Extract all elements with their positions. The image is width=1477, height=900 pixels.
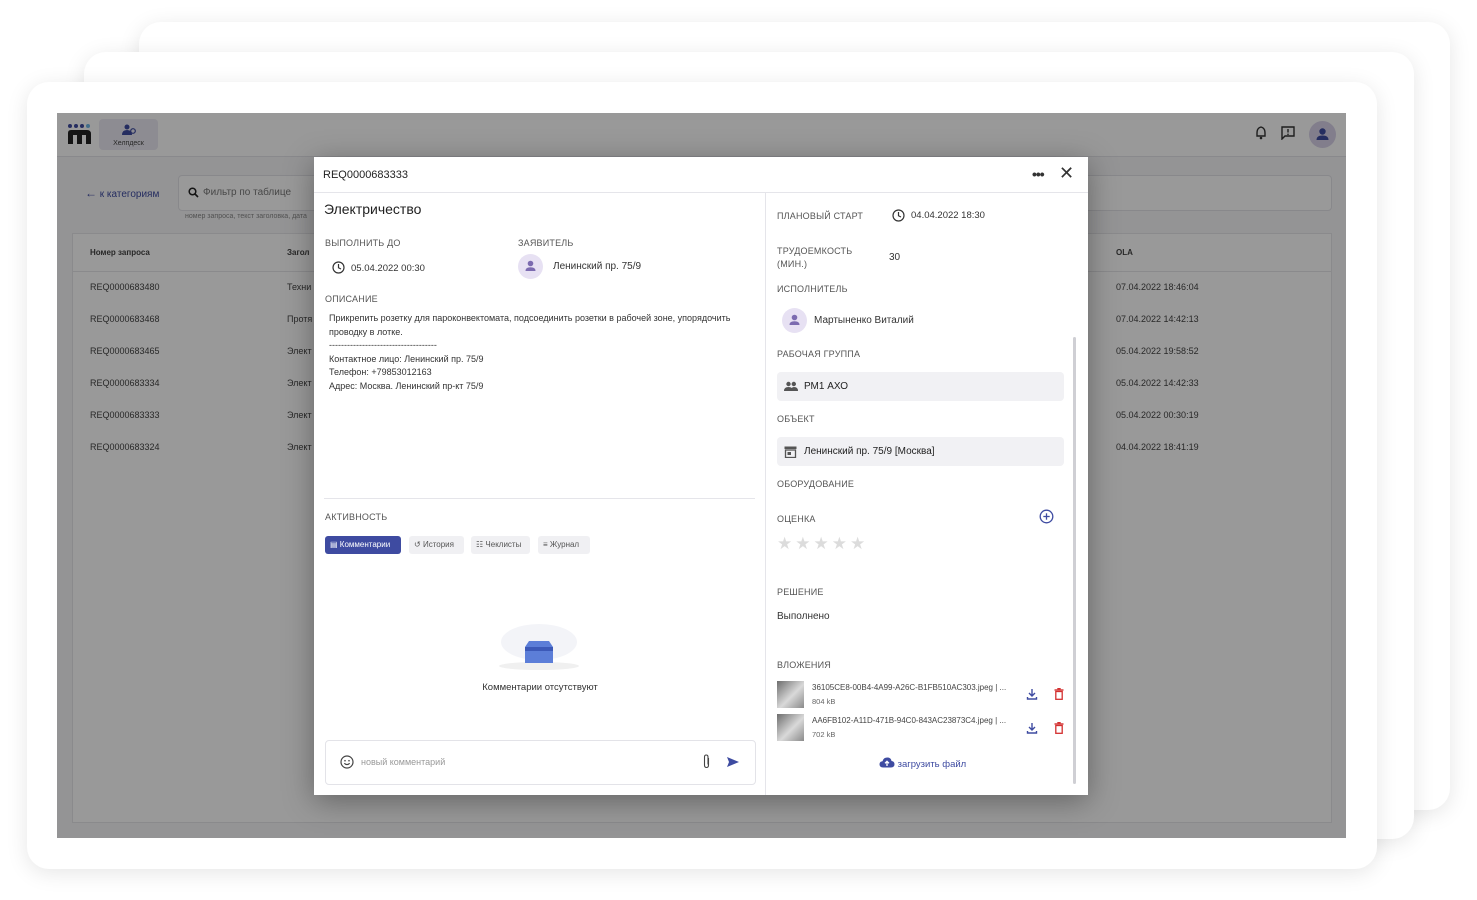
- assignee-label: ИСПОЛНИТЕЛЬ: [777, 284, 848, 294]
- add-circle-icon[interactable]: [1039, 509, 1054, 524]
- history-icon: ↺: [414, 540, 421, 549]
- assignee-value: Мартыненко Виталий: [814, 315, 914, 326]
- effort-value: 30: [889, 252, 901, 263]
- tab-comments[interactable]: ▤ Комментарии: [325, 536, 401, 554]
- list-icon: ≡: [543, 540, 548, 549]
- send-icon[interactable]: [726, 756, 740, 768]
- rating-label: ОЦЕНКА: [777, 514, 816, 524]
- requester-avatar: [518, 254, 543, 279]
- equipment-label: ОБОРУДОВАНИЕ: [777, 479, 855, 489]
- upload-file-button[interactable]: загрузить файл: [879, 757, 966, 770]
- cloud-upload-icon: [879, 757, 895, 768]
- building-icon: [784, 446, 797, 458]
- clock-icon: [332, 261, 345, 274]
- assignee-avatar: [782, 308, 807, 333]
- attachments-label: ВЛОЖЕНИЯ: [777, 660, 831, 670]
- download-icon[interactable]: [1026, 688, 1038, 700]
- group-value: РМ1 АХО: [804, 381, 849, 392]
- solution-label: РЕШЕНИЕ: [777, 587, 824, 597]
- tab-journal[interactable]: ≡ Журнал: [538, 536, 590, 554]
- comment-placeholder: новый комментарий: [361, 757, 446, 767]
- planned-start-label: ПЛАНОВЫЙ СТАРТ: [777, 211, 864, 221]
- request-modal: REQ0000683333 ••• ✕ Электричество ВЫПОЛН…: [314, 157, 1088, 795]
- group-icon: [784, 381, 798, 391]
- comment-icon: ▤: [330, 540, 338, 549]
- download-icon[interactable]: [1026, 722, 1038, 734]
- delete-icon[interactable]: [1054, 722, 1064, 734]
- attachment-size: 804 kB: [812, 697, 836, 706]
- category-title: Электричество: [324, 201, 422, 217]
- checklist-icon: ☷: [476, 540, 484, 549]
- scrollbar[interactable]: [1073, 337, 1076, 784]
- emoji-icon[interactable]: [340, 755, 354, 769]
- attachment-thumbnail[interactable]: [777, 681, 804, 708]
- attachment-name[interactable]: AA6FB102-A11D-471B-94C0-843AC23873C4.jpe…: [812, 716, 1006, 725]
- modal-header: REQ0000683333 ••• ✕: [314, 157, 1088, 193]
- description-text: Прикрепить розетку для пароконвектомата,…: [329, 313, 731, 391]
- clock-icon: [892, 209, 905, 222]
- attachment-thumbnail[interactable]: [777, 714, 804, 741]
- object-value: Ленинский пр. 75/9 [Москва]: [804, 446, 935, 457]
- user-icon: [789, 314, 800, 325]
- solution-value: Выполнено: [777, 611, 830, 622]
- tab-comments-label: Комментарии: [339, 540, 391, 549]
- requester-value: Ленинский пр. 75/9: [553, 261, 642, 272]
- empty-box-icon: [499, 624, 579, 670]
- tab-journal-label: Журнал: [549, 540, 580, 549]
- object-field[interactable]: Ленинский пр. 75/9 [Москва]: [777, 437, 1064, 466]
- more-options-icon[interactable]: •••: [1032, 166, 1045, 182]
- tab-checklists[interactable]: ☷ Чеклисты: [471, 536, 530, 554]
- group-label: РАБОЧАЯ ГРУППА: [777, 349, 861, 359]
- column-divider: [765, 193, 766, 795]
- tab-history-label: История: [422, 540, 454, 549]
- delete-icon[interactable]: [1054, 688, 1064, 700]
- requester-label: ЗАЯВИТЕЛЬ: [518, 238, 574, 248]
- attachment-name[interactable]: 36105CE8-00B4-4A99-A26C-B1FB510AC303.jpe…: [812, 683, 1006, 692]
- due-value: 05.04.2022 00:30: [351, 263, 425, 274]
- tab-history[interactable]: ↺ История: [409, 536, 464, 554]
- description-label: ОПИСАНИЕ: [325, 294, 378, 304]
- modal-title: REQ0000683333: [323, 169, 409, 181]
- empty-comments-text: Комментарии отсутствуют: [482, 682, 598, 693]
- object-label: ОБЪЕКТ: [777, 414, 815, 424]
- effort-label: ТРУДОЕМКОСТЬ (МИН.): [777, 246, 853, 269]
- activity-label: АКТИВНОСТЬ: [325, 512, 388, 522]
- close-icon[interactable]: ✕: [1059, 163, 1074, 184]
- rating-stars[interactable]: ★★★★★: [777, 534, 868, 554]
- planned-start-value: 04.04.2022 18:30: [911, 210, 985, 221]
- tab-checklists-label: Чеклисты: [485, 540, 522, 549]
- group-field[interactable]: РМ1 АХО: [777, 372, 1064, 401]
- attachment-size: 702 kB: [812, 730, 836, 739]
- user-icon: [525, 260, 536, 271]
- paperclip-icon[interactable]: [702, 754, 711, 769]
- due-label: ВЫПОЛНИТЬ ДО: [325, 238, 401, 248]
- section-divider: [324, 498, 755, 499]
- upload-label: загрузить файл: [897, 759, 967, 770]
- comment-input[interactable]: новый комментарий: [325, 740, 756, 785]
